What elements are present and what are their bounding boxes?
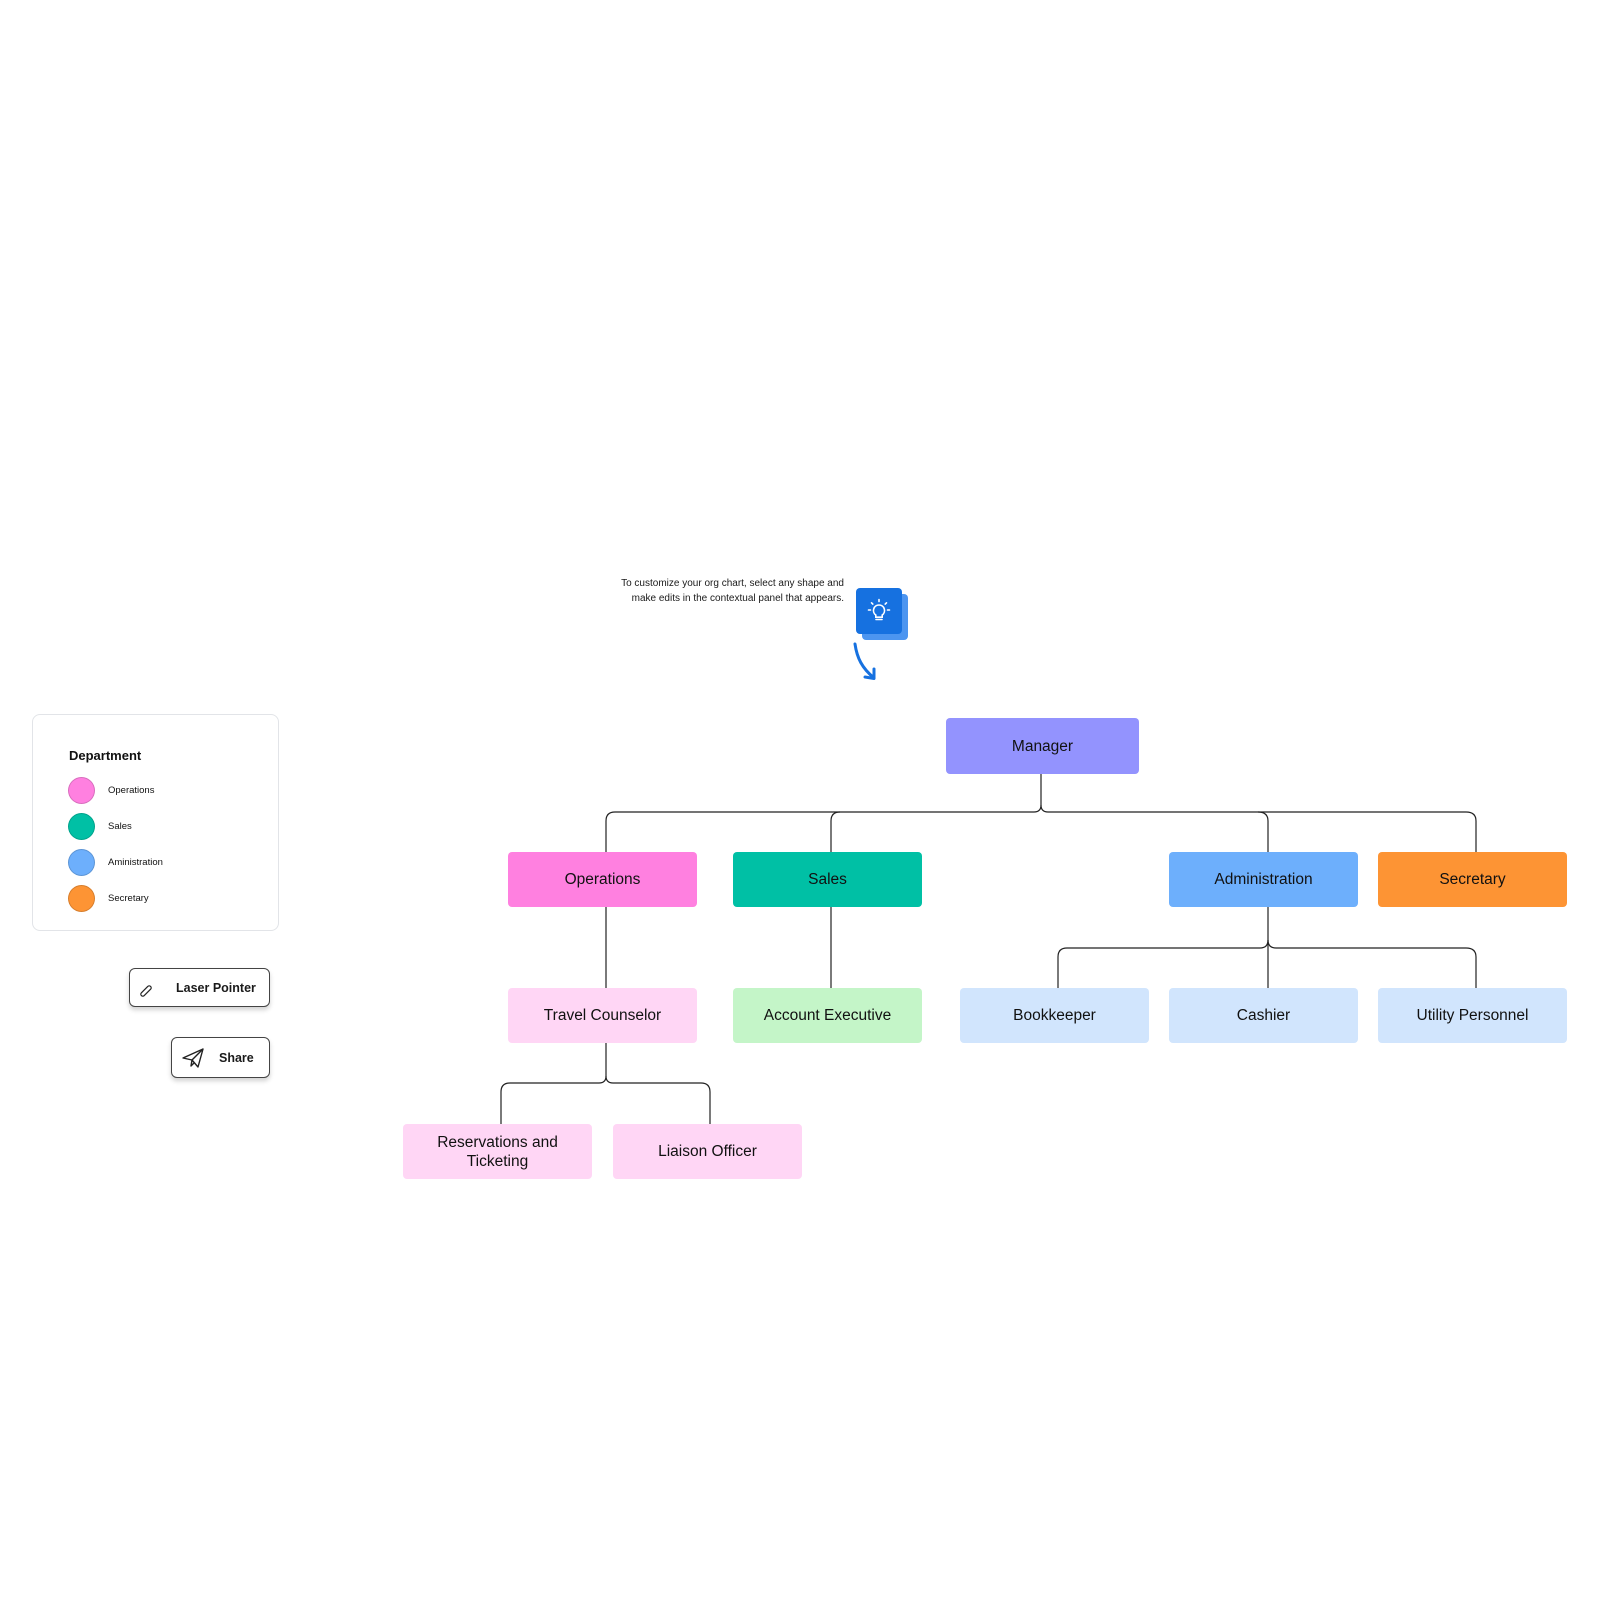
connector-manager-trunk [605, 773, 1042, 852]
org-node-cashier[interactable]: Cashier [1169, 988, 1358, 1043]
connector-travel-right [605, 1075, 711, 1124]
org-node-secretary[interactable]: Secretary [1378, 852, 1567, 907]
org-node-travel-counselor[interactable]: Travel Counselor [508, 988, 697, 1043]
org-node-operations[interactable]: Operations [508, 852, 697, 907]
connector-manager-admin [1257, 811, 1269, 852]
org-chart-connectors [500, 773, 1477, 1124]
org-node-liaison-officer[interactable]: Liaison Officer [613, 1124, 802, 1179]
org-node-bookkeeper[interactable]: Bookkeeper [960, 988, 1149, 1043]
org-node-utility-personnel[interactable]: Utility Personnel [1378, 988, 1567, 1043]
whiteboard-canvas[interactable]: To customize your org chart, select any … [0, 0, 1600, 1600]
connector-manager-sales [830, 811, 841, 852]
org-node-administration[interactable]: Administration [1169, 852, 1358, 907]
org-node-sales[interactable]: Sales [733, 852, 922, 907]
connector-travel-left [500, 1043, 607, 1124]
connector-admin-right [1267, 939, 1477, 988]
org-node-reservations-ticketing[interactable]: Reservations and Ticketing [403, 1124, 592, 1179]
org-node-account-executive[interactable]: Account Executive [733, 988, 922, 1043]
org-node-manager[interactable]: Manager [946, 718, 1139, 774]
connector-admin-left [1057, 939, 1269, 988]
